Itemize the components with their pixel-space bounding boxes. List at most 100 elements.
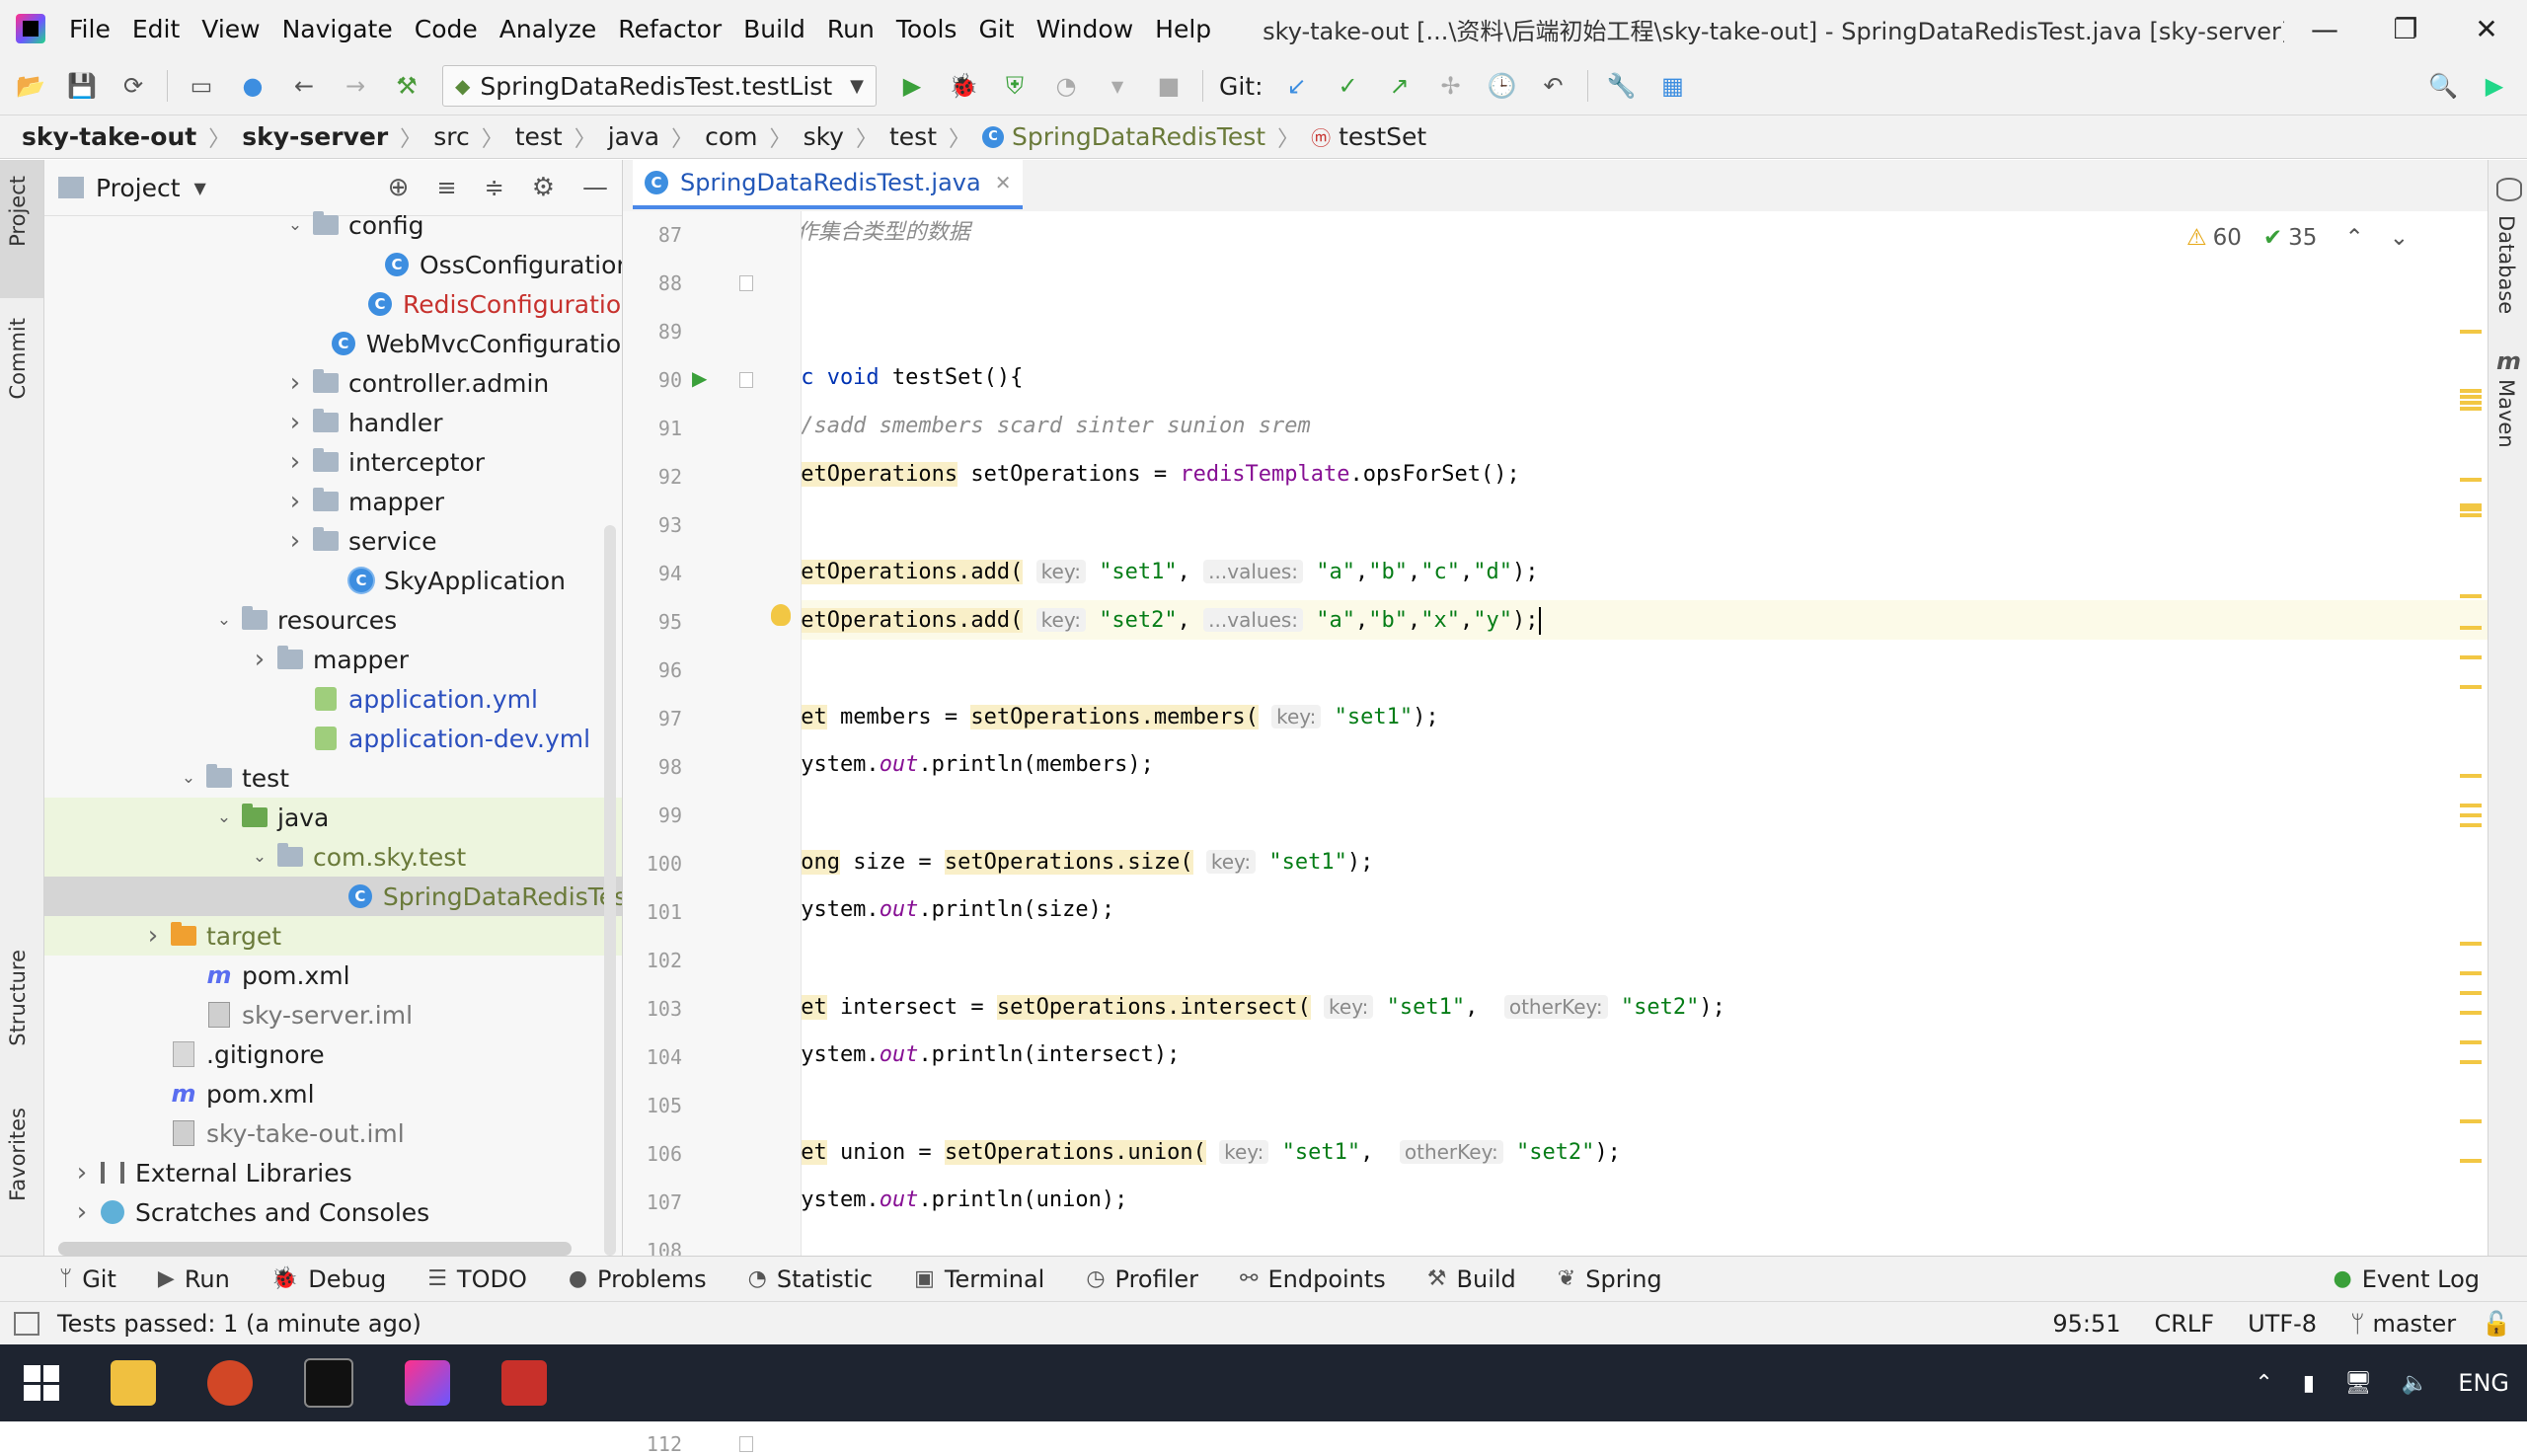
- breadcrumb-item[interactable]: java: [608, 122, 659, 151]
- menu-item-navigate[interactable]: Navigate: [282, 15, 393, 43]
- tool-tab-spring[interactable]: ❦ Spring: [1558, 1265, 1662, 1293]
- stripe-mark[interactable]: [2460, 823, 2482, 827]
- tray-battery-icon[interactable]: ▮: [2303, 1371, 2315, 1396]
- minimize-button[interactable]: —: [2284, 13, 2365, 45]
- git-update-icon[interactable]: ↙: [1280, 69, 1314, 103]
- tree-item[interactable]: › External Libraries: [44, 1153, 622, 1192]
- lock-icon[interactable]: 🔓: [2482, 1310, 2511, 1338]
- code-editor[interactable]: ⚠ 60 ✔ 35 ⌃ ⌄ * 操作集合类型的数据 */ @Test publi…: [802, 211, 2488, 1256]
- tree-item[interactable]: › mapper: [44, 482, 622, 521]
- close-tab-icon[interactable]: ✕: [995, 171, 1012, 194]
- file-explorer-icon[interactable]: [111, 1360, 156, 1406]
- search-icon[interactable]: 🔍: [2426, 69, 2460, 103]
- tray-chevron-icon[interactable]: ⌃: [2255, 1371, 2272, 1396]
- stripe-mark[interactable]: [2460, 1159, 2482, 1163]
- tree-item[interactable]: › controller.admin: [44, 363, 622, 403]
- tree-item[interactable]: sky-take-out.iml: [44, 1113, 622, 1153]
- tree-item[interactable]: › target: [44, 916, 622, 956]
- tree-item[interactable]: › mapper: [44, 640, 622, 679]
- run-icon[interactable]: ▶: [895, 69, 929, 103]
- menu-item-help[interactable]: Help: [1155, 15, 1211, 43]
- git-commit-icon[interactable]: ✓: [1332, 69, 1365, 103]
- file-encoding[interactable]: UTF-8: [2248, 1310, 2317, 1338]
- inspection-widget[interactable]: ⚠ 60 ✔ 35 ⌃ ⌄: [2186, 225, 2409, 251]
- locate-target-icon[interactable]: ⊕: [388, 173, 410, 202]
- tool-tab-statistic[interactable]: ◔ Statistic: [748, 1265, 873, 1293]
- git-push-icon[interactable]: ↗: [1383, 69, 1417, 103]
- stripe-mark[interactable]: [2460, 626, 2482, 630]
- stripe-mark[interactable]: [2460, 507, 2482, 511]
- project-structure-dialog-icon[interactable]: ▦: [1656, 69, 1690, 103]
- breadcrumb-item[interactable]: src: [433, 122, 470, 151]
- breadcrumb-item[interactable]: test: [515, 122, 563, 151]
- tree-item[interactable]: ⌄ resources: [44, 600, 622, 640]
- tool-tab-problems[interactable]: ● Problems: [569, 1265, 707, 1293]
- app-taskbar-icon[interactable]: [501, 1360, 547, 1406]
- stripe-mark[interactable]: [2460, 395, 2482, 399]
- previous-highlight-icon[interactable]: ⌃: [2344, 225, 2363, 251]
- menu-item-view[interactable]: View: [201, 15, 260, 43]
- settings-wrench-icon[interactable]: 🔧: [1605, 69, 1639, 103]
- stripe-mark[interactable]: [2460, 513, 2482, 517]
- commit-tool-tab[interactable]: Commit: [6, 318, 30, 400]
- menu-item-tools[interactable]: Tools: [896, 15, 957, 43]
- breadcrumb-item[interactable]: test: [889, 122, 937, 151]
- tray-volume-icon[interactable]: 🔈: [2402, 1371, 2428, 1396]
- build-hammer-icon[interactable]: ⚒: [390, 69, 423, 103]
- close-button[interactable]: ✕: [2446, 13, 2527, 45]
- stripe-mark[interactable]: [2460, 774, 2482, 778]
- tree-item[interactable]: C RedisConfiguration: [44, 284, 622, 324]
- breadcrumb-item[interactable]: sky-take-out: [22, 122, 196, 151]
- chevron-right-icon[interactable]: ›: [285, 368, 305, 398]
- tree-item[interactable]: C OssConfiguration: [44, 245, 622, 284]
- tree-item[interactable]: .gitignore: [44, 1035, 622, 1074]
- run-config-select[interactable]: ◆ SpringDataRedisTest.testList ▼: [442, 65, 877, 107]
- history-icon[interactable]: 🕒: [1486, 69, 1519, 103]
- git-branch[interactable]: master: [2372, 1310, 2456, 1338]
- next-highlight-icon[interactable]: ⌄: [2390, 225, 2409, 251]
- coverage-icon[interactable]: ⛨: [998, 69, 1032, 103]
- favorites-tool-tab[interactable]: Favorites: [6, 1108, 30, 1201]
- stripe-mark[interactable]: [2460, 1011, 2482, 1015]
- chevron-right-icon[interactable]: ›: [285, 526, 305, 556]
- breadcrumb-item[interactable]: sky-server: [242, 122, 388, 151]
- tree-item[interactable]: m pom.xml: [44, 956, 622, 995]
- stripe-mark[interactable]: [2460, 478, 2482, 482]
- stripe-mark[interactable]: [2460, 991, 2482, 995]
- fold-marker-icon[interactable]: [739, 372, 753, 388]
- stripe-mark[interactable]: [2460, 407, 2482, 411]
- stripe-mark[interactable]: [2460, 685, 2482, 689]
- powerpoint-icon[interactable]: [207, 1360, 253, 1406]
- project-vertical-scrollbar[interactable]: [604, 525, 616, 1256]
- tree-item[interactable]: C WebMvcConfiguration: [44, 324, 622, 363]
- hide-panel-icon[interactable]: —: [582, 173, 608, 202]
- chevron-right-icon[interactable]: ›: [285, 447, 305, 477]
- tool-tab-profiler[interactable]: ◷ Profiler: [1086, 1265, 1198, 1293]
- stripe-mark[interactable]: [2460, 655, 2482, 659]
- project-view-label[interactable]: Project: [96, 174, 181, 202]
- tree-item[interactable]: m pom.xml: [44, 1074, 622, 1113]
- stripe-mark[interactable]: [2460, 971, 2482, 975]
- tray-network-icon[interactable]: 🖥: [2344, 1371, 2372, 1396]
- project-horizontal-scrollbar[interactable]: [58, 1242, 572, 1256]
- class-icon[interactable]: ●: [236, 69, 269, 103]
- stripe-mark[interactable]: [2460, 1040, 2482, 1044]
- stripe-mark[interactable]: [2460, 1119, 2482, 1123]
- profile-icon[interactable]: ◔: [1049, 69, 1083, 103]
- tool-tab-todo[interactable]: ☰ TODO: [427, 1265, 527, 1293]
- stripe-mark[interactable]: [2460, 1060, 2482, 1064]
- structure-tool-tab[interactable]: Structure: [6, 950, 30, 1046]
- tree-item[interactable]: ⌄ config: [44, 205, 622, 245]
- tool-tab-build[interactable]: ⚒ Build: [1427, 1265, 1516, 1293]
- collapse-all-icon[interactable]: ≑: [485, 174, 504, 201]
- fold-marker-icon[interactable]: [739, 275, 753, 291]
- chevron-right-icon[interactable]: ›: [143, 921, 163, 951]
- tree-item[interactable]: › handler: [44, 403, 622, 442]
- project-structure-icon[interactable]: ▭: [185, 69, 218, 103]
- tree-item[interactable]: application-dev.yml: [44, 719, 622, 758]
- chevron-right-icon[interactable]: ›: [72, 1197, 92, 1227]
- menu-item-refactor[interactable]: Refactor: [618, 15, 722, 43]
- tree-item[interactable]: sky-server.iml: [44, 995, 622, 1035]
- sync-icon[interactable]: ⟳: [116, 69, 150, 103]
- menu-item-build[interactable]: Build: [743, 15, 805, 43]
